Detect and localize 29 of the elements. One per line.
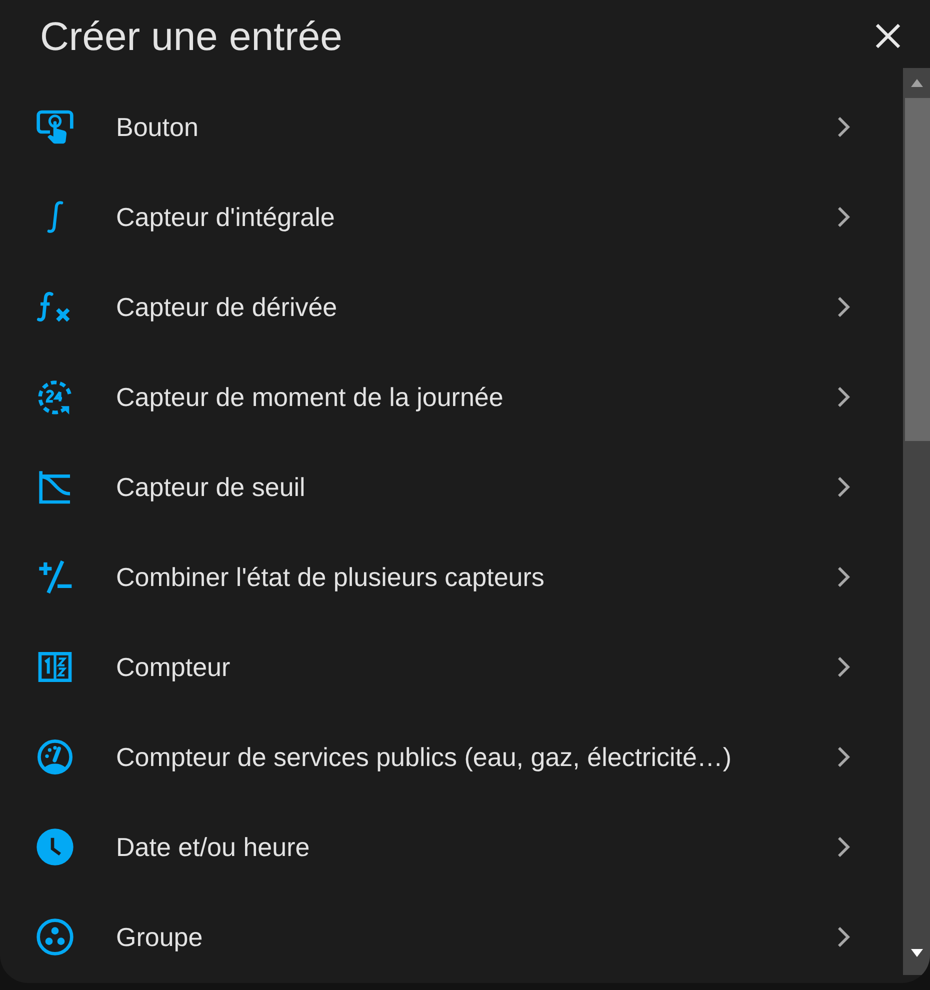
- scrollbar-thumb[interactable]: [905, 98, 930, 441]
- scroll-down-arrow-icon[interactable]: [910, 949, 922, 957]
- menu-item[interactable]: Groupe: [0, 892, 903, 982]
- chevron-right-icon: [837, 926, 851, 948]
- menu-item[interactable]: Capteur de dérivée: [0, 262, 903, 352]
- menu-item[interactable]: Capteur d'intégrale: [0, 172, 903, 262]
- menu-item[interactable]: Compteur de services publics (eau, gaz, électricité…): [0, 712, 903, 802]
- chevron-right-icon: [837, 386, 851, 408]
- chevron-right-icon: [837, 656, 851, 678]
- menu-item[interactable]: Compteur: [0, 622, 903, 712]
- menu-item[interactable]: Capteur de moment de la journée: [0, 352, 903, 442]
- three-dots-circle-icon: [35, 917, 75, 957]
- chevron-right-icon: [837, 206, 851, 228]
- chevron-right-icon: [837, 746, 851, 768]
- menu-item[interactable]: Bouton: [0, 82, 903, 172]
- clock-icon: [35, 827, 75, 867]
- menu-item[interactable]: Capteur de seuil: [0, 442, 903, 532]
- dialog-title: Créer une entrée: [40, 17, 342, 57]
- menu-item[interactable]: Combiner l'état de plusieurs capteurs: [0, 532, 903, 622]
- gauge-icon: [35, 737, 75, 777]
- chevron-right-icon: [837, 566, 851, 588]
- chevron-right-icon: [837, 116, 851, 138]
- chevron-right-icon: [837, 836, 851, 858]
- scrollbar[interactable]: [903, 68, 930, 975]
- scroll-up-arrow-icon[interactable]: [910, 79, 922, 87]
- chevron-right-icon: [837, 296, 851, 318]
- menu-item[interactable]: Date et/ou heure: [0, 802, 903, 892]
- close-icon: [875, 23, 901, 49]
- chevron-right-icon: [837, 476, 851, 498]
